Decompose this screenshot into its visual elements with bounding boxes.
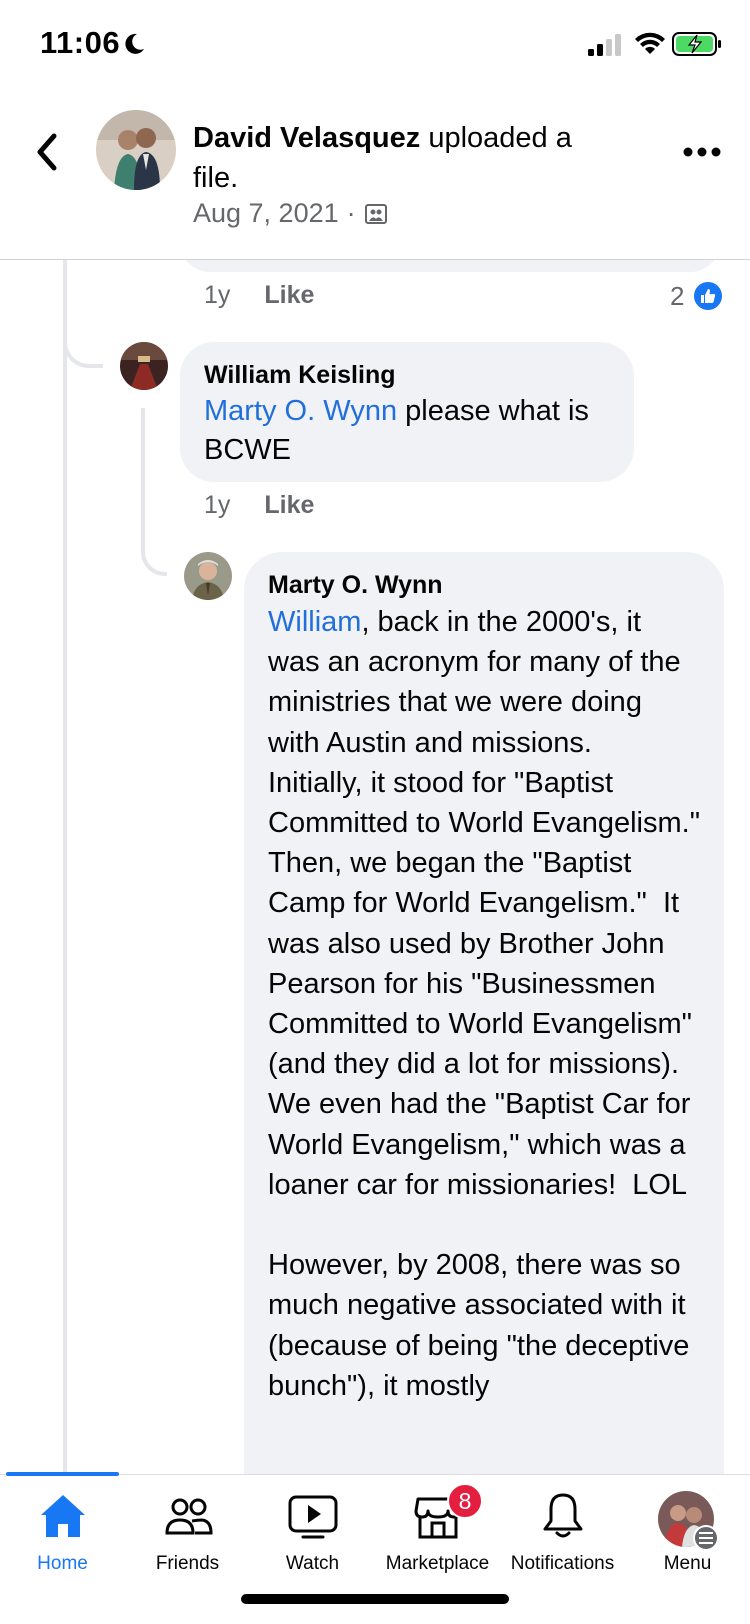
bell-icon — [543, 1493, 582, 1538]
comment-bubble: William Keisling Marty O. Wynn please wh… — [180, 342, 634, 482]
status-bar: 11:06 — [0, 0, 750, 90]
tab-menu[interactable]: Menu — [625, 1475, 750, 1585]
reaction-count: 2 — [670, 280, 685, 311]
like-reaction-icon — [692, 280, 725, 312]
comment-bubble: Marty O. Wynn William, back in the 2000'… — [244, 552, 724, 1512]
more-options-icon[interactable] — [682, 142, 722, 162]
post-meta: Aug 7, 2021 · — [193, 198, 388, 229]
post-date[interactable]: Aug 7, 2021 — [193, 198, 339, 229]
comment-text: Marty O. Wynn please what is BCWE — [204, 392, 610, 470]
tab-label: Home — [37, 1553, 88, 1574]
commenter-name[interactable]: William Keisling — [204, 358, 610, 392]
tab-watch[interactable]: Watch — [250, 1475, 375, 1585]
commenter-name[interactable]: Marty O. Wynn — [268, 568, 700, 602]
post-header: David Velasquez uploaded a file. Aug 7, … — [0, 90, 750, 260]
tab-friends[interactable]: Friends — [125, 1475, 250, 1585]
mention-link[interactable]: Marty O. Wynn — [204, 395, 397, 427]
thread-line-nested — [141, 408, 145, 538]
status-time: 11:06 — [40, 25, 121, 60]
watch-icon — [288, 1495, 337, 1539]
tab-home[interactable]: Home — [0, 1475, 125, 1585]
tab-label: Marketplace — [385, 1553, 490, 1574]
tab-label: Menu — [663, 1553, 712, 1574]
comment-text: William, back in the 2000's, it was an a… — [268, 602, 700, 1406]
thread-connector — [63, 300, 103, 368]
previous-comment-actions: 1y Like — [204, 281, 314, 310]
meta-separator: · — [346, 198, 356, 228]
battery-icon — [672, 32, 721, 56]
commenter-avatar[interactable] — [184, 552, 232, 600]
like-button[interactable]: Like — [264, 491, 314, 520]
reaction-summary[interactable]: 2 — [670, 280, 725, 312]
comment-age: 1y — [204, 281, 231, 309]
mention-link[interactable]: William — [268, 606, 361, 638]
thread-line — [63, 260, 67, 1475]
moon-icon — [125, 33, 144, 54]
author-name[interactable]: David Velasquez — [193, 122, 420, 154]
commenter-avatar[interactable] — [120, 342, 168, 390]
wifi-icon — [635, 32, 665, 54]
thread-connector-nested — [141, 520, 167, 576]
notification-badge: 8 — [447, 1483, 483, 1519]
home-icon — [40, 1495, 85, 1537]
comment-body: , back in the 2000's, it was an acronym … — [268, 606, 701, 1402]
album-icon — [364, 203, 387, 224]
tab-label: Watch — [285, 1553, 340, 1574]
tab-notifications[interactable]: Notifications — [500, 1475, 625, 1585]
tab-label: Friends — [155, 1553, 220, 1574]
tab-marketplace[interactable]: 8 Marketplace — [375, 1475, 500, 1585]
tab-label: Notifications — [510, 1553, 615, 1574]
friends-icon — [164, 1498, 213, 1535]
like-button[interactable]: Like — [264, 281, 314, 310]
comment-age: 1y — [204, 491, 231, 519]
menu-icon — [693, 1525, 719, 1551]
post-title: David Velasquez uploaded a file. — [193, 118, 623, 198]
home-indicator — [241, 1594, 509, 1604]
comment-actions: 1y Like — [204, 491, 314, 520]
cellular-signal-icon — [588, 34, 621, 56]
back-button[interactable] — [30, 130, 66, 174]
author-avatar[interactable] — [96, 110, 176, 190]
